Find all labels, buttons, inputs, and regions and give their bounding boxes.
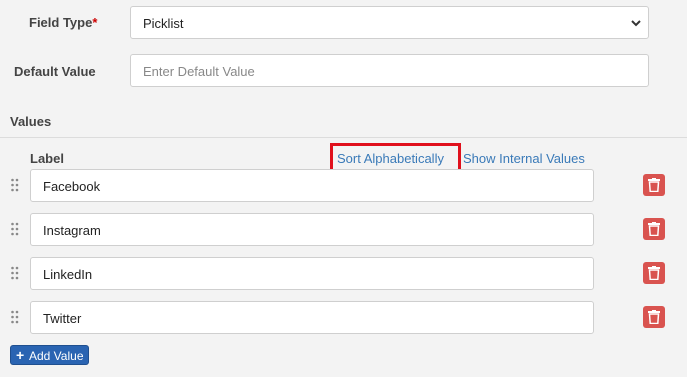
plus-icon: + [16,347,25,363]
value-text: Facebook [43,179,101,194]
trash-icon [648,222,660,236]
section-divider [0,137,687,138]
add-value-button[interactable]: + Add Value [10,345,89,365]
default-value-input[interactable]: Enter Default Value [130,54,649,87]
delete-button-twitter[interactable] [643,306,665,328]
chevron-down-icon [631,20,641,27]
drag-handle-icon[interactable] [10,310,20,324]
values-section-title: Values [10,114,52,129]
delete-button-instagram[interactable] [643,218,665,240]
drag-handle-icon[interactable] [10,178,20,192]
trash-icon [648,310,660,324]
drag-handle-icon[interactable] [10,266,20,280]
field-type-select[interactable]: Picklist [130,6,649,39]
show-internal-values-link[interactable]: Show Internal Values [463,151,585,166]
default-value-label: Default Value [14,64,96,79]
value-text: LinkedIn [43,267,93,282]
value-input-facebook[interactable]: Facebook [30,169,594,202]
field-type-label: Field Type* [29,15,97,30]
delete-button-linkedin[interactable] [643,262,665,284]
trash-icon [648,266,660,280]
field-type-selected-value: Picklist [143,16,184,31]
field-type-label-text: Field Type [29,15,93,30]
delete-button-facebook[interactable] [643,174,665,196]
add-value-label: Add Value [29,349,84,363]
required-marker: * [92,15,98,30]
value-text: Twitter [43,311,82,326]
value-input-twitter[interactable]: Twitter [30,301,594,334]
trash-icon [648,178,660,192]
label-column-header: Label [30,151,64,166]
drag-handle-icon[interactable] [10,222,20,236]
default-value-placeholder: Enter Default Value [143,64,255,79]
value-input-instagram[interactable]: Instagram [30,213,594,246]
value-input-linkedin[interactable]: LinkedIn [30,257,594,290]
value-text: Instagram [43,223,101,238]
